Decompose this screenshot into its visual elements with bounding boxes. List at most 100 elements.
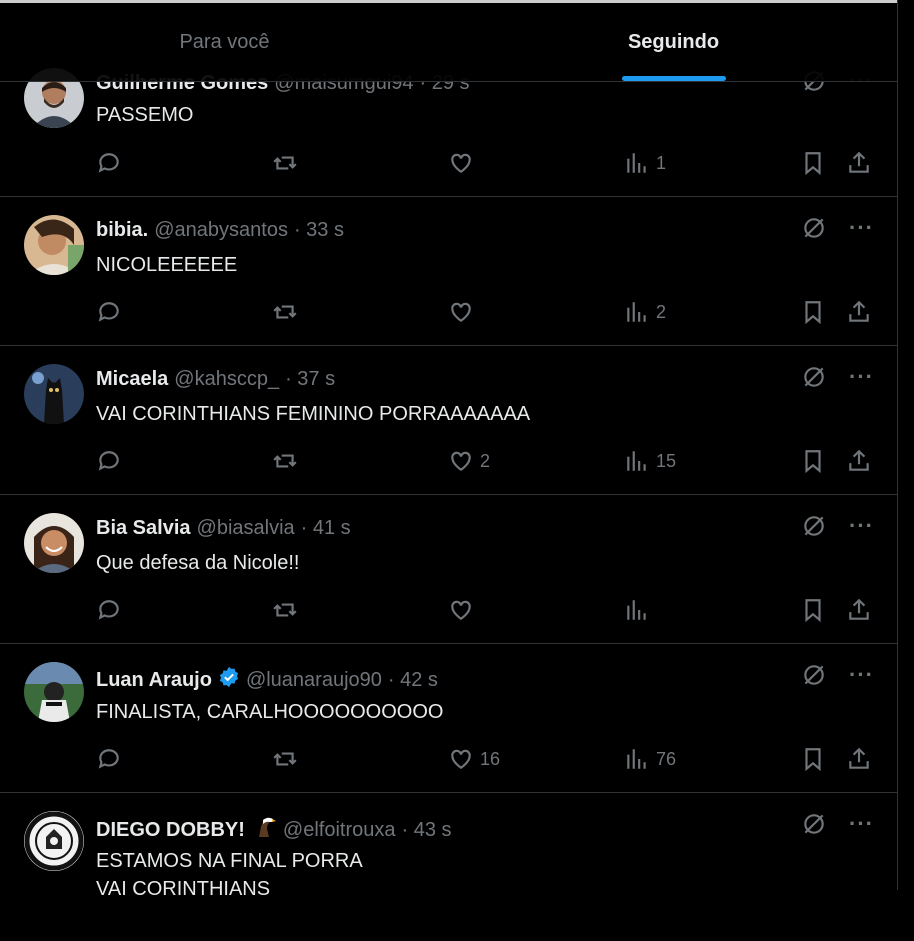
reply-button[interactable] bbox=[96, 444, 128, 478]
tab-label: Para você bbox=[179, 30, 270, 53]
author-handle[interactable]: @anabysantos bbox=[154, 219, 288, 242]
more-icon[interactable]: ··· bbox=[849, 215, 874, 241]
views-button[interactable]: 76 bbox=[624, 742, 676, 776]
post-top-actions: ··· bbox=[801, 662, 874, 688]
post-time[interactable]: · 37 s bbox=[285, 368, 335, 391]
post[interactable]: bibia. @anabysantos · 33 s ··· NICOLEEEE… bbox=[0, 197, 898, 346]
post-time[interactable]: · 43 s bbox=[401, 819, 451, 842]
author-name[interactable]: Micaela bbox=[96, 368, 168, 391]
post[interactable]: DIEGO DOBBY! @elfoitrouxa · 43 s ··· EST… bbox=[0, 793, 898, 941]
views-icon bbox=[627, 302, 646, 322]
views-button[interactable]: 15 bbox=[624, 444, 676, 478]
avatar[interactable] bbox=[24, 364, 84, 424]
views-button[interactable] bbox=[624, 593, 656, 627]
like-button[interactable] bbox=[448, 146, 480, 180]
views-count: 15 bbox=[656, 450, 677, 471]
retweet-button[interactable] bbox=[272, 593, 304, 627]
post-text: FINALISTA, CARALHOOOOOOOOOO bbox=[96, 701, 444, 723]
share-button[interactable] bbox=[846, 146, 872, 180]
share-button[interactable] bbox=[846, 742, 872, 776]
reply-button[interactable] bbox=[96, 742, 128, 776]
views-button[interactable]: 2 bbox=[624, 295, 666, 329]
post-top-actions: ··· bbox=[801, 364, 874, 390]
avatar[interactable] bbox=[24, 662, 84, 722]
grok-icon[interactable] bbox=[801, 215, 827, 241]
bookmark-icon bbox=[805, 599, 821, 623]
share-button[interactable] bbox=[846, 295, 872, 329]
avatar[interactable] bbox=[24, 513, 84, 573]
reply-icon bbox=[98, 302, 119, 322]
post[interactable]: Bia Salvia @biasalvia · 41 s ··· Que def… bbox=[0, 495, 898, 644]
timeline-tabs: Para você Seguindo bbox=[0, 0, 898, 82]
avatar[interactable] bbox=[24, 811, 84, 871]
views-icon bbox=[627, 749, 646, 769]
more-icon[interactable]: ··· bbox=[849, 364, 874, 390]
more-icon[interactable]: ··· bbox=[849, 662, 874, 688]
share-button[interactable] bbox=[846, 444, 872, 478]
heart-icon bbox=[451, 600, 471, 620]
verified-badge-icon bbox=[218, 666, 240, 694]
retweet-icon bbox=[273, 603, 297, 617]
reply-button[interactable] bbox=[96, 593, 128, 627]
heart-icon bbox=[451, 451, 471, 471]
author-handle[interactable]: @luanaraujo90 bbox=[246, 669, 382, 692]
views-button[interactable]: 1 bbox=[624, 146, 666, 180]
author-handle[interactable]: @biasalvia bbox=[197, 517, 295, 540]
share-icon bbox=[849, 151, 869, 173]
post-actions: 2 15 bbox=[96, 444, 874, 478]
reply-icon bbox=[98, 153, 119, 173]
post-header: bibia. @anabysantos · 33 s bbox=[96, 219, 344, 242]
post-text: VAI CORINTHIANS FEMININO PORRAAAAAAA bbox=[96, 403, 531, 425]
retweet-button[interactable] bbox=[272, 146, 304, 180]
more-icon[interactable]: ··· bbox=[849, 811, 874, 837]
bookmark-icon bbox=[805, 152, 821, 176]
author-name[interactable]: bibia. bbox=[96, 219, 148, 242]
reply-button[interactable] bbox=[96, 146, 128, 180]
grok-icon[interactable] bbox=[801, 513, 827, 539]
avatar[interactable] bbox=[24, 215, 84, 275]
grok-icon[interactable] bbox=[801, 662, 827, 688]
reply-button[interactable] bbox=[96, 295, 128, 329]
views-count: 1 bbox=[656, 152, 667, 173]
tab-seguindo[interactable]: Seguindo bbox=[449, 3, 898, 81]
active-tab-indicator bbox=[621, 76, 726, 81]
author-name[interactable]: Luan Araujo bbox=[96, 669, 212, 692]
tab-para-voce[interactable]: Para você bbox=[0, 3, 449, 81]
post-time[interactable]: · 42 s bbox=[388, 669, 438, 692]
share-button[interactable] bbox=[846, 593, 872, 627]
post-time[interactable]: · 41 s bbox=[301, 517, 351, 540]
author-name[interactable]: DIEGO DOBBY! bbox=[96, 819, 245, 842]
post[interactable]: Luan Araujo @luanaraujo90 · 42 s ··· FIN… bbox=[0, 644, 898, 793]
retweet-button[interactable] bbox=[272, 742, 304, 776]
like-count: 2 bbox=[480, 450, 491, 471]
post-text: Que defesa da Nicole!! bbox=[96, 552, 300, 574]
post[interactable]: Micaela @kahsccp_ · 37 s ··· VAI CORINTH… bbox=[0, 346, 898, 495]
post-header: Luan Araujo @luanaraujo90 · 42 s bbox=[96, 666, 438, 694]
bookmark-button[interactable] bbox=[800, 295, 826, 329]
like-button[interactable] bbox=[448, 295, 480, 329]
bookmark-button[interactable] bbox=[800, 593, 826, 627]
author-handle[interactable]: @kahsccp_ bbox=[174, 368, 279, 391]
retweet-button[interactable] bbox=[272, 444, 304, 478]
like-button[interactable]: 2 bbox=[448, 444, 490, 478]
more-icon[interactable]: ··· bbox=[849, 513, 874, 539]
grok-icon[interactable] bbox=[801, 811, 827, 837]
like-button[interactable]: 16 bbox=[448, 742, 500, 776]
post-text: PASSEMO bbox=[96, 104, 194, 126]
author-handle[interactable]: @elfoitrouxa bbox=[283, 819, 396, 842]
grok-icon[interactable] bbox=[801, 364, 827, 390]
share-icon bbox=[849, 300, 869, 322]
scrollbar-gutter[interactable] bbox=[897, 0, 914, 890]
retweet-button[interactable] bbox=[272, 295, 304, 329]
bookmark-button[interactable] bbox=[800, 444, 826, 478]
post-top-actions: ··· bbox=[801, 513, 874, 539]
author-name[interactable]: Bia Salvia bbox=[96, 517, 191, 540]
bookmark-button[interactable] bbox=[800, 146, 826, 180]
post-time[interactable]: · 33 s bbox=[294, 219, 344, 242]
bookmark-icon bbox=[805, 450, 821, 474]
bookmark-button[interactable] bbox=[800, 742, 826, 776]
bookmark-icon bbox=[805, 301, 821, 325]
timeline-feed: Guilherme Gomes @maisumgui94 · 29 s ··· … bbox=[0, 60, 898, 941]
reply-icon bbox=[98, 600, 119, 620]
like-button[interactable] bbox=[448, 593, 480, 627]
